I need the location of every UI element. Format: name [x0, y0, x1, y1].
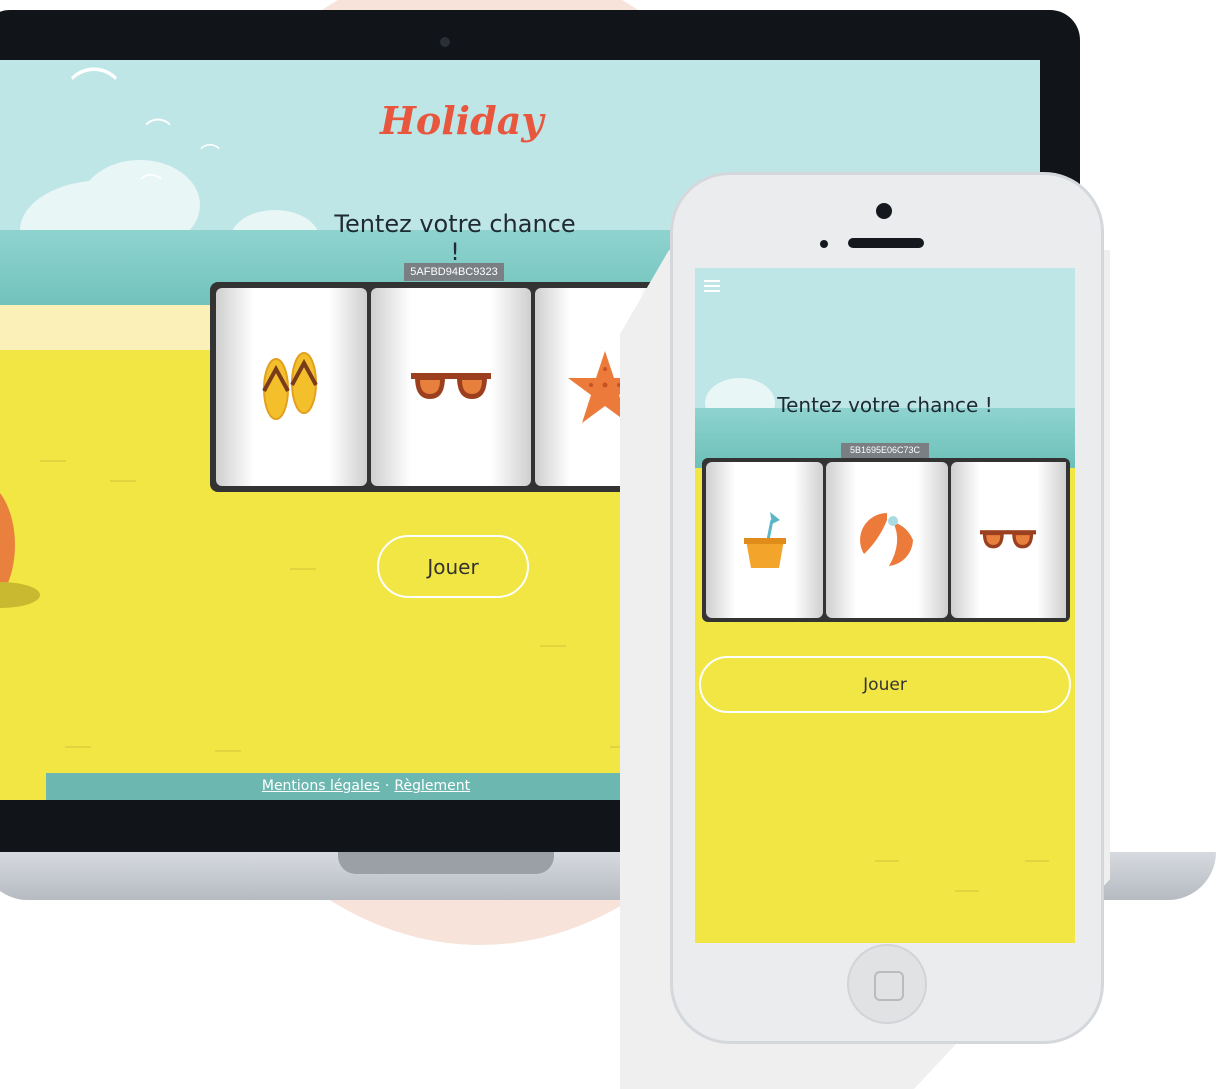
- legal-notice-link[interactable]: Mentions légales: [262, 778, 380, 794]
- home-square-icon: [874, 971, 904, 1001]
- home-button[interactable]: [847, 944, 927, 1024]
- slot-machine: [702, 458, 1070, 622]
- play-button[interactable]: Jouer: [699, 656, 1071, 713]
- slot-reel: [370, 288, 532, 486]
- sunglasses-icon: [410, 373, 491, 399]
- seagull-icon: ⌒: [140, 174, 163, 199]
- laptop-camera: [440, 37, 450, 47]
- play-button[interactable]: Jouer: [377, 535, 529, 598]
- hamburger-menu-icon[interactable]: [704, 280, 720, 292]
- sand-mark: [875, 860, 899, 862]
- slot-machine: [210, 282, 680, 492]
- phone-sensor: [820, 240, 828, 248]
- beach-ball-icon: [860, 513, 914, 567]
- slot-reel: [216, 288, 367, 486]
- page-title: Tentez votre chance !: [777, 393, 993, 417]
- laptop-notch: [338, 852, 554, 874]
- game-code-badge: 5AFBD94BC9323: [404, 263, 504, 281]
- stage: ⌒ ⌒ ⌒ ⌒ Holiday Tentez votre chance ! 5A…: [0, 0, 1216, 1089]
- slot-reel: [950, 462, 1066, 618]
- flip-flops-icon: [262, 352, 319, 420]
- sand-mark: [290, 568, 316, 570]
- phone-camera: [876, 203, 892, 219]
- seagull-icon: ⌒: [145, 118, 172, 148]
- page-title: Tentez votre chance !: [334, 210, 576, 266]
- holiday-logo: Holiday: [380, 98, 544, 143]
- sand-mark: [1025, 860, 1049, 862]
- slot-reel: [826, 462, 948, 618]
- sand-mark: [955, 890, 979, 892]
- sand-mark: [40, 460, 66, 462]
- bucket-icon: [743, 512, 786, 568]
- sunglasses-icon: [980, 530, 1037, 549]
- footer-separator: ·: [384, 778, 390, 794]
- game-code-badge: 5B1695E06C73C: [841, 443, 929, 458]
- sand-mark: [110, 480, 136, 482]
- rules-link[interactable]: Règlement: [394, 778, 470, 794]
- seagull-icon: ⌒: [200, 142, 220, 166]
- phone-speaker: [848, 238, 924, 248]
- footer-bar: Mentions légales · Règlement: [46, 773, 686, 800]
- sand-mark: [65, 746, 91, 748]
- slot-reel: [706, 462, 824, 618]
- sand-mark: [540, 645, 566, 647]
- seagull-icon: ⌒: [70, 64, 119, 120]
- mobile-screen: Tentez votre chance ! 5B1695E06C73C Joue…: [695, 268, 1075, 943]
- sand-mark: [215, 750, 241, 752]
